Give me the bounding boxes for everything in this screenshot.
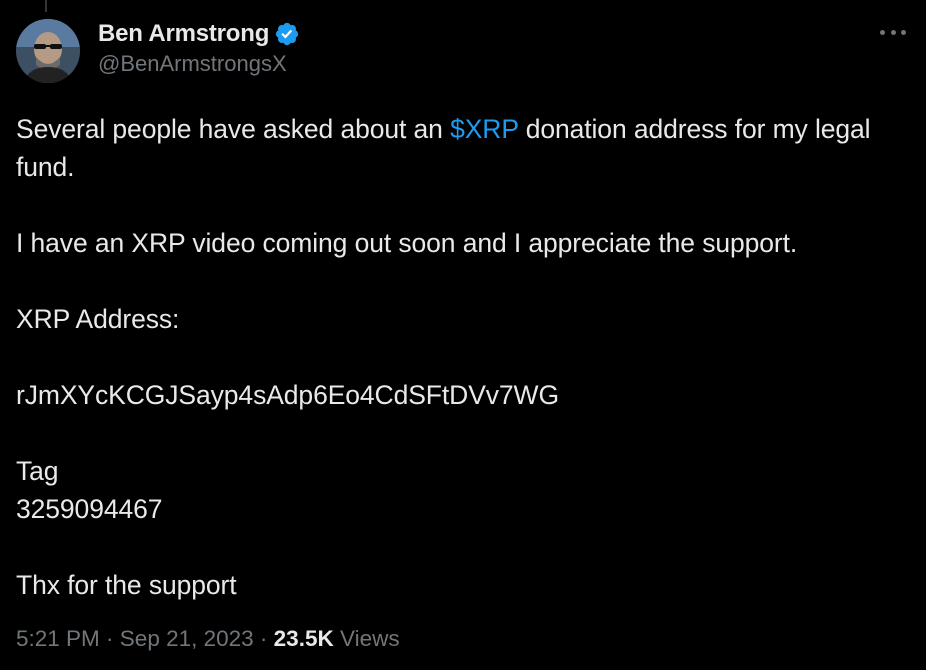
more-dot-icon (890, 29, 896, 35)
xrp-address: rJmXYcKCGJSayp4sAdp6Eo4CdSFtDVv7WG (16, 380, 559, 410)
tweet-closing: Thx for the support (16, 570, 237, 600)
tweet-date[interactable]: Sep 21, 2023 (120, 626, 254, 651)
tweet-paragraph-2: I have an XRP video coming out soon and … (16, 228, 798, 258)
verified-badge-icon[interactable] (274, 21, 300, 47)
author-display-name[interactable]: Ben Armstrong (98, 20, 269, 48)
author-name-row: Ben Armstrong (98, 19, 300, 49)
tag-value: 3259094467 (16, 494, 163, 524)
meta-separator: · (99, 626, 120, 651)
avatar-image (16, 19, 80, 83)
tweet-paragraph-1: Several people have asked about an $XRP … (16, 110, 916, 186)
tweet-body: Several people have asked about an $XRP … (16, 110, 916, 604)
author-handle[interactable]: @BenArmstrongsX (98, 51, 300, 77)
meta-separator: · (253, 626, 274, 651)
cashtag-link[interactable]: $XRP (450, 114, 518, 144)
tag-label: Tag (16, 456, 59, 486)
more-options-button[interactable] (880, 22, 906, 42)
views-label: Views (333, 626, 400, 651)
thread-connector-line (45, 0, 47, 12)
avatar[interactable] (16, 19, 80, 83)
more-dot-icon (880, 29, 885, 35)
tweet-text-segment: Several people have asked about an (16, 114, 451, 144)
tweet-time[interactable]: 5:21 PM (16, 626, 100, 651)
views-count[interactable]: 23.5K (274, 626, 334, 651)
tweet-meta: 5:21 PM · Sep 21, 2023 · 23.5K Views (16, 626, 400, 652)
tweet-author: Ben Armstrong @BenArmstrongsX (98, 19, 300, 77)
more-dot-icon (901, 29, 906, 35)
tweet-paragraph-3: XRP Address: (16, 304, 180, 334)
